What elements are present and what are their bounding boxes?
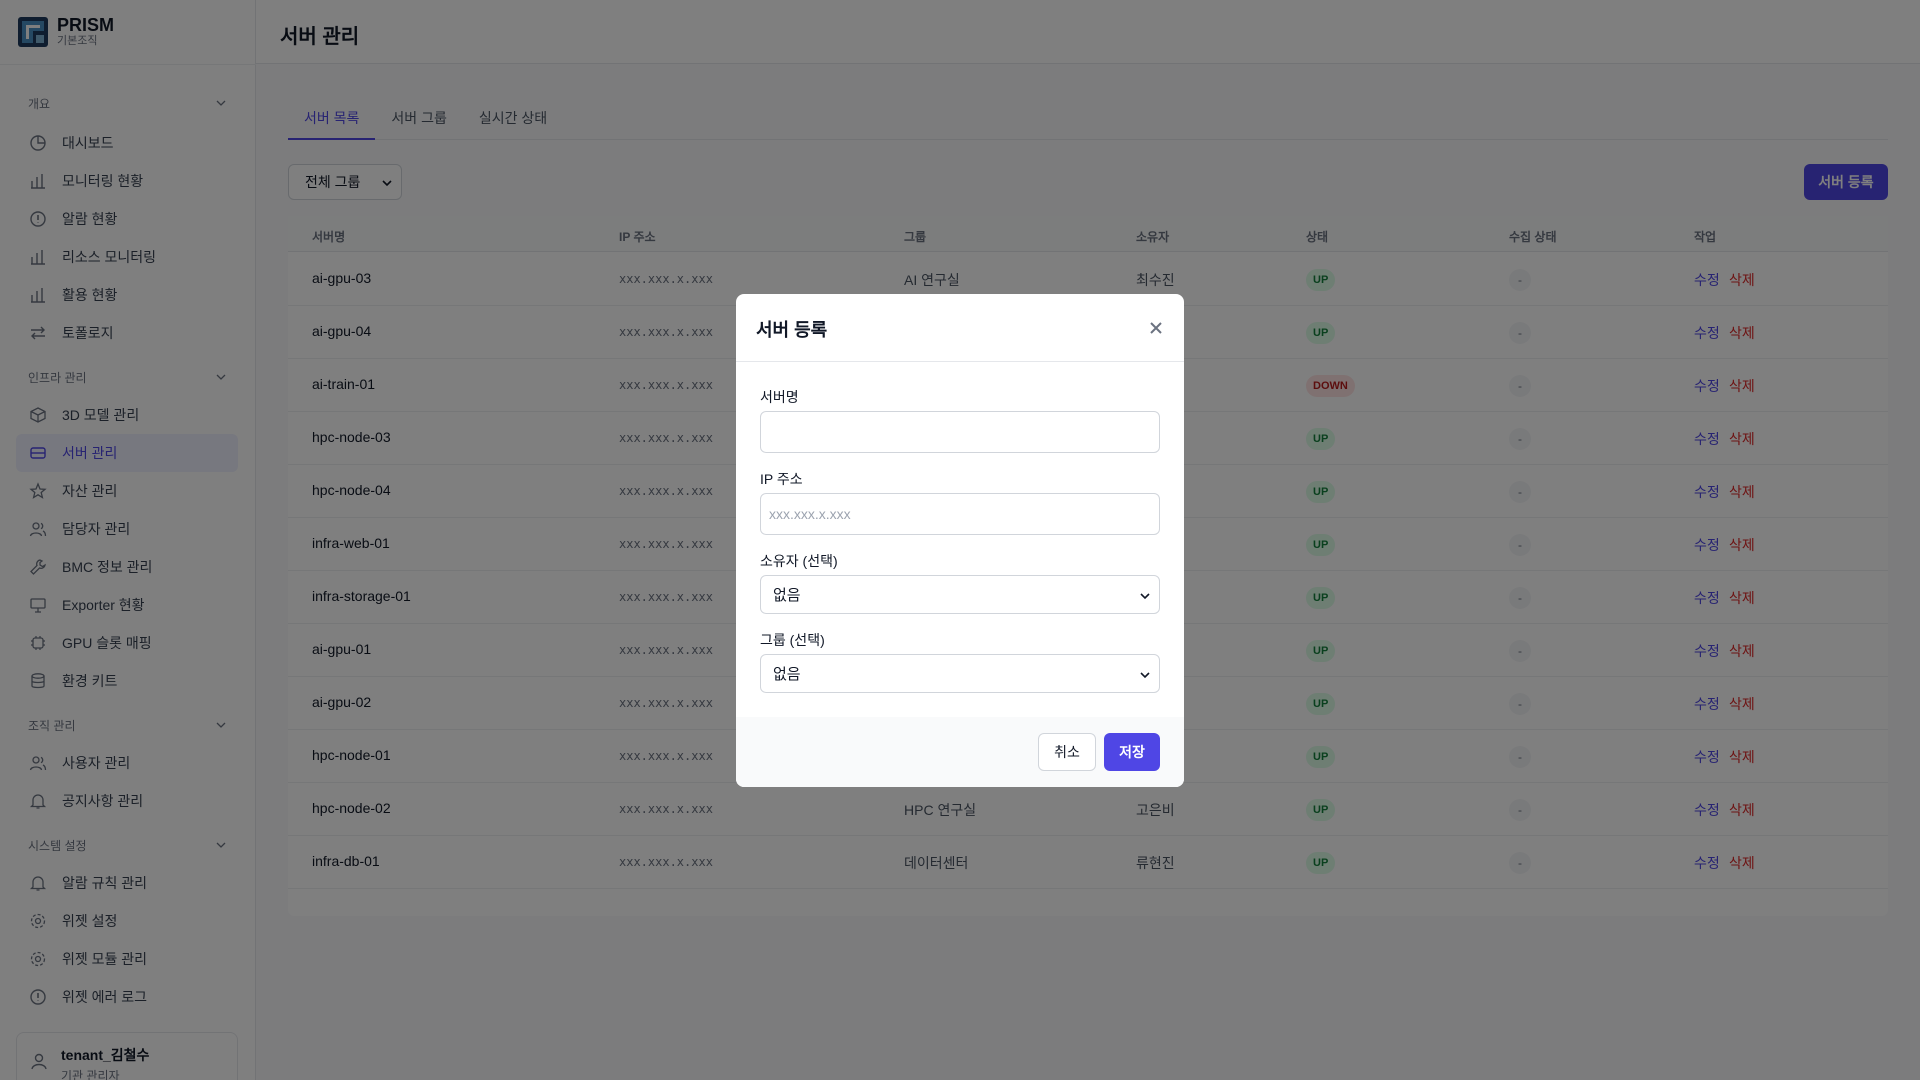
modal-header: 서버 등록 [736, 294, 1184, 362]
modal-footer: 취소 저장 [736, 717, 1184, 787]
group-select[interactable]: 없음 [760, 654, 1160, 693]
chevron-down-icon [1140, 593, 1150, 600]
close-icon[interactable] [1148, 320, 1164, 336]
chevron-down-icon [1140, 672, 1150, 679]
owner-select[interactable]: 없음 [760, 575, 1160, 614]
group-select-value: 없음 [773, 666, 801, 683]
modal-title: 서버 등록 [756, 320, 828, 340]
ip-label: IP 주소 [760, 471, 803, 487]
save-button[interactable]: 저장 [1104, 733, 1160, 771]
server-register-dialog: 서버 등록 서버명 IP 주소 xxx.xxx.x.xxx 소유자 (선택) 없… [736, 294, 1184, 787]
group-label: 그룹 (선택) [760, 632, 825, 648]
server-name-input[interactable] [760, 411, 1160, 453]
ip-input-placeholder: xxx.xxx.x.xxx [769, 506, 851, 522]
cancel-button[interactable]: 취소 [1038, 733, 1096, 771]
server-name-label: 서버명 [760, 389, 799, 405]
owner-label: 소유자 (선택) [760, 553, 838, 569]
owner-select-value: 없음 [773, 587, 801, 604]
ip-input[interactable]: xxx.xxx.x.xxx [760, 493, 1160, 535]
